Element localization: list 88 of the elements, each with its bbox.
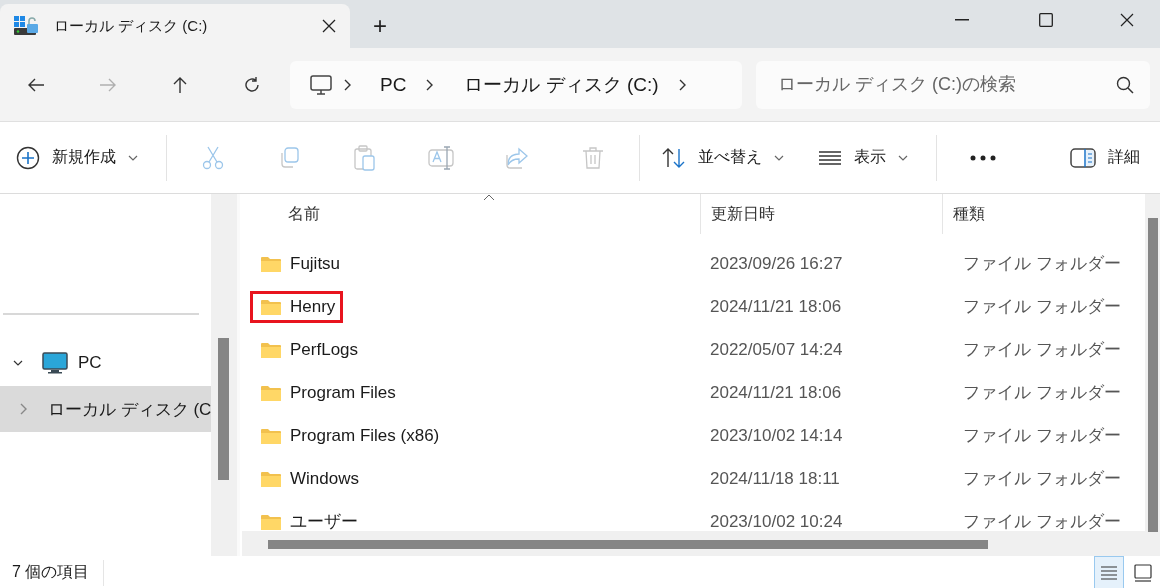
sort-button[interactable]: 並べ替え — [654, 133, 792, 182]
tab-title: ローカル ディスク (C:) — [54, 16, 209, 36]
chevron-down-icon — [898, 153, 908, 162]
more-icon — [970, 154, 996, 161]
chevron-down-icon — [774, 153, 784, 162]
column-header[interactable]: 名前 — [240, 194, 700, 234]
minimize-icon — [955, 19, 969, 21]
rename-icon — [428, 145, 454, 170]
folder-icon — [260, 383, 282, 402]
chevron-down-icon — [13, 359, 23, 367]
forward-arrow-icon — [99, 76, 117, 93]
refresh-icon — [243, 75, 261, 94]
type-cell-text: ファイル フォルダー — [962, 468, 1122, 490]
panel-icon — [1070, 147, 1096, 168]
folder-icon — [260, 426, 282, 445]
sort-up-icon — [483, 194, 495, 201]
scrollbar-thumb[interactable] — [1148, 218, 1158, 532]
folder-icon — [260, 297, 282, 316]
clipboard-icon — [354, 144, 376, 171]
maximize-icon — [1039, 13, 1053, 27]
close-tab-button[interactable] — [322, 19, 336, 33]
date-cell-text: 2024/11/21 18:06 — [709, 382, 843, 403]
up-arrow-icon — [172, 75, 188, 94]
share-icon — [505, 146, 529, 169]
date-cell-text: 2024/11/21 18:06 — [709, 296, 843, 317]
chevron-right-icon — [18, 402, 28, 416]
list-view-icon — [818, 149, 842, 166]
details-view-button[interactable] — [1094, 556, 1124, 588]
sort-icon — [662, 146, 686, 169]
scrollbar-thumb[interactable] — [268, 540, 988, 549]
date-cell-text: 2024/11/18 18:11 — [709, 468, 841, 489]
type-cell-text: ファイル フォルダー — [962, 253, 1122, 275]
file-name[interactable]: Windows — [290, 468, 359, 489]
tree-item[interactable]: ローカル ディスク (C — [0, 386, 211, 432]
scissors-icon — [202, 145, 224, 170]
plus-circle-icon — [16, 145, 40, 170]
file-name[interactable]: Program Files (x86) — [290, 425, 440, 446]
back-arrow-icon — [27, 76, 45, 93]
scrollbar[interactable] — [1145, 194, 1160, 556]
file-name[interactable]: ユーザー — [290, 510, 358, 533]
file-name[interactable]: PerfLogs — [290, 339, 359, 360]
tree-item-label: PC — [78, 353, 102, 373]
address-bar[interactable]: PC ローカル ディスク (C:) — [290, 60, 742, 109]
folder-icon — [260, 254, 282, 273]
tab[interactable]: ローカル ディスク (C:) — [0, 4, 350, 48]
file-name[interactable]: Fujitsu — [290, 253, 341, 274]
folder-icon — [260, 340, 282, 359]
chevron-right-icon — [424, 77, 435, 92]
type-cell-text: ファイル フォルダー — [962, 511, 1122, 533]
scrollbar-thumb[interactable] — [218, 338, 229, 480]
trash-icon — [582, 145, 604, 170]
item-count: 7 個の項目 — [12, 559, 105, 586]
scrollbar[interactable] — [242, 531, 1145, 556]
search-field[interactable]: ローカル ディスク (C:)の検索 — [756, 60, 1150, 109]
folder-icon — [260, 512, 282, 531]
details-view-icon — [1100, 564, 1118, 581]
monitor-icon — [42, 352, 68, 374]
close-icon — [1120, 13, 1134, 27]
file-name[interactable]: Program Files — [290, 382, 396, 403]
column-header[interactable]: 更新日時 — [700, 194, 942, 234]
folder-icon — [260, 469, 282, 488]
date-cell-text: 2023/10/02 14:14 — [709, 425, 844, 446]
new-button[interactable]: 新規作成 — [8, 133, 146, 182]
date-cell-text: 2023/09/26 16:27 — [709, 253, 844, 274]
chevron-right-icon — [342, 77, 352, 92]
date-cell-text: 2022/05/07 14:24 — [709, 339, 844, 360]
monitor-icon — [310, 74, 332, 95]
scrollbar[interactable] — [211, 194, 240, 556]
view-button[interactable]: 表示 — [810, 133, 916, 182]
tree-item-label: ローカル ディスク (C — [48, 398, 211, 421]
type-cell-text: ファイル フォルダー — [962, 296, 1122, 318]
close-icon — [322, 19, 336, 33]
copy-icon — [278, 146, 300, 169]
drive-icon — [14, 15, 40, 37]
new-tab-button[interactable]: + — [350, 4, 410, 48]
breadcrumb[interactable]: PC — [362, 73, 425, 96]
type-cell-text: ファイル フォルダー — [962, 339, 1122, 361]
tree-item[interactable]: PC — [0, 340, 211, 386]
type-cell-text: ファイル フォルダー — [962, 425, 1122, 447]
details-pane-button[interactable]: 詳細 — [1062, 133, 1148, 182]
date-cell-text: 2023/10/02 10:24 — [709, 511, 844, 532]
search-icon — [1116, 75, 1134, 94]
type-cell-text: ファイル フォルダー — [962, 382, 1122, 404]
chevron-down-icon — [128, 153, 138, 162]
breadcrumb[interactable]: ローカル ディスク (C:) — [446, 71, 677, 98]
tiles-view-icon — [1134, 563, 1152, 582]
file-name[interactable]: Henry — [290, 296, 336, 317]
expand-toggle[interactable] — [18, 402, 28, 416]
